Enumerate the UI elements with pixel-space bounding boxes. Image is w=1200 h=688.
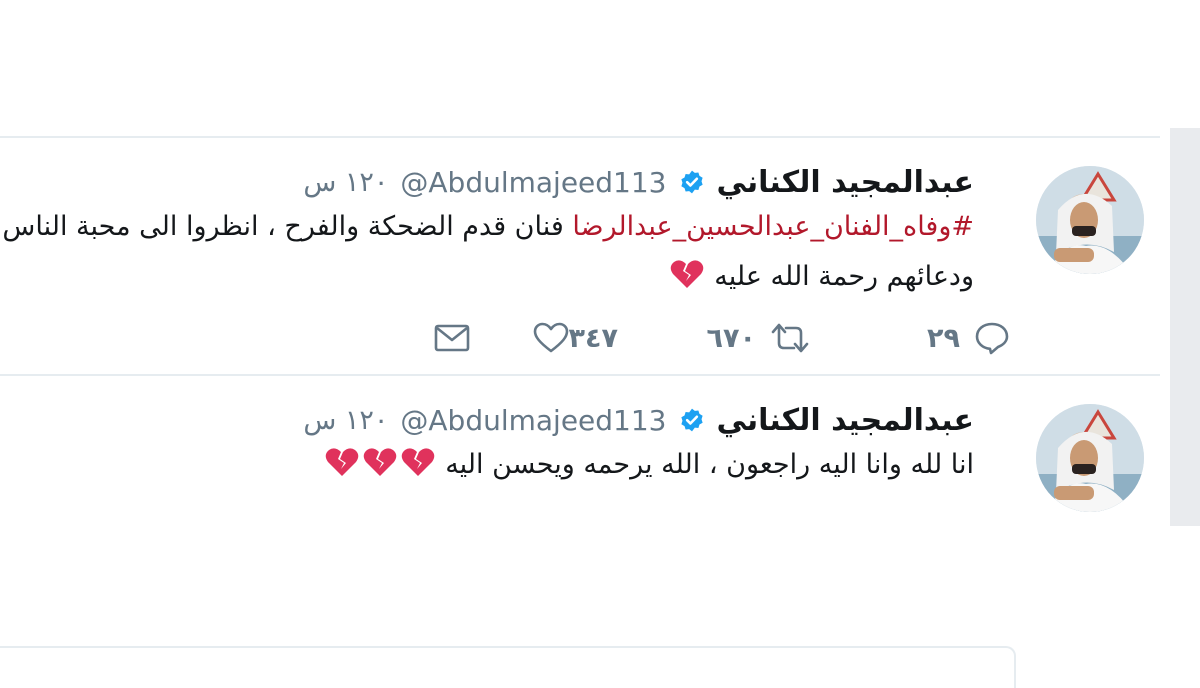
retweet-count: ٦٧٠ [706,322,756,354]
user-handle[interactable]: @Abdulmajeed113 [400,404,666,437]
reply-button[interactable]: ٢٩ [810,316,1010,360]
embedded-media-card[interactable] [0,646,1016,688]
broken-heart-icon [401,448,434,476]
heart-icon [533,322,568,353]
broken-heart-icon [670,260,703,288]
tweet[interactable]: عبدالمجيد الكناني @Abdulmajeed113 ١٢٠ س … [0,376,1160,688]
tweet-text: #وفاه_الفنان_عبدالحسين_عبدالرضا فنان قدم… [0,202,974,302]
user-handle[interactable]: @Abdulmajeed113 [400,166,666,199]
retweet-button[interactable]: ٦٧٠ [620,316,810,360]
timestamp[interactable]: ١٢٠ س [303,167,388,198]
reply-count: ٢٩ [927,322,960,354]
like-button[interactable]: ٣٤٧ [470,316,620,360]
broken-heart-icon [325,448,358,476]
hashtag-link[interactable]: #وفاه_الفنان_عبدالحسين_عبدالرضا [572,211,974,242]
tweet-actions: ٢٩ ٦٧٠ ٣٤٧ [434,316,1010,360]
retweet-icon [771,323,809,353]
verified-badge-icon [680,170,703,194]
avatar[interactable] [1036,166,1144,274]
tweet[interactable]: عبدالمجيد الكناني @Abdulmajeed113 ١٢٠ س … [0,138,1160,374]
verified-badge-icon [680,408,703,432]
display-name[interactable]: عبدالمجيد الكناني [717,165,975,200]
timestamp[interactable]: ١٢٠ س [303,405,388,436]
tweet-text-body: انا لله وانا اليه راجعون ، الله يرحمه وي… [445,449,974,480]
avatar[interactable] [1036,404,1144,512]
like-count: ٣٤٧ [568,322,618,354]
scrollbar-track[interactable] [1170,128,1200,526]
tweet-text: انا لله وانا اليه راجعون ، الله يرحمه وي… [0,440,974,490]
tweet-header: عبدالمجيد الكناني @Abdulmajeed113 ١٢٠ س [303,162,974,202]
avatar-image [1036,166,1144,274]
reply-icon [975,322,1009,355]
tweet-timeline: عبدالمجيد الكناني @Abdulmajeed113 ١٢٠ س … [0,136,1160,688]
tweet-header: عبدالمجيد الكناني @Abdulmajeed113 ١٢٠ س [303,400,974,440]
broken-heart-icon [363,448,396,476]
envelope-icon [434,324,470,352]
direct-message-button[interactable] [434,316,470,360]
avatar-image [1036,404,1144,512]
display-name[interactable]: عبدالمجيد الكناني [717,403,975,438]
